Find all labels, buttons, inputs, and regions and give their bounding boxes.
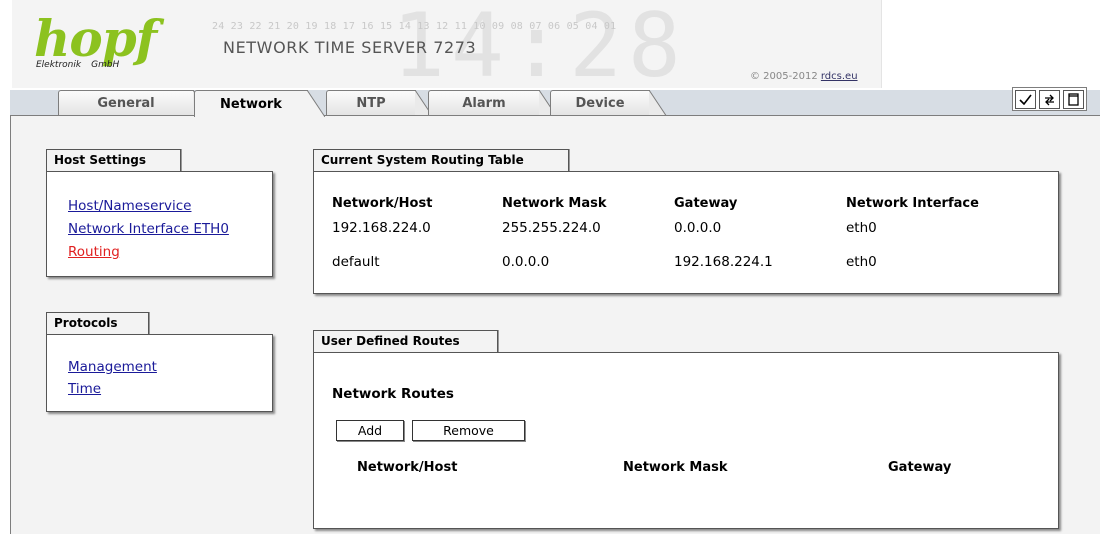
nav-link-management[interactable]: Management [68,359,157,375]
tab-ntp[interactable]: NTP [326,90,433,117]
routing-table-panel: Network/Host Network Mask Gateway Networ… [313,171,1059,294]
user-routes-panel: Network Routes Add Remove Network/Host N… [313,352,1059,529]
company-logo: hopf Elektronik GmbH [34,10,179,78]
route-cell-gateway: 0.0.0.0 [674,220,722,236]
nav-link-network-interface-eth0[interactable]: Network Interface ETH0 [68,221,229,237]
tab-general[interactable]: General [58,90,211,117]
route-cell-network-mask: 255.255.224.0 [502,220,601,236]
column-header-gateway: Gateway [674,196,738,211]
main-tab-bar: General Network NTP Alarm Device [10,90,1100,117]
host-settings-panel: Host/Nameservice Network Interface ETH0 … [46,171,273,277]
new-window-button[interactable] [1063,90,1084,109]
reload-icon [1045,94,1054,105]
tab-alarm-label: Alarm [462,96,506,111]
logo-sub-right: GmbH [91,60,120,70]
remove-route-button[interactable]: Remove [412,420,525,441]
protocols-header: Protocols [46,312,149,334]
network-routes-title: Network Routes [332,386,454,402]
route-cell-network-host: 192.168.224.0 [332,220,431,236]
action-toolbar [1012,87,1087,111]
protocols-panel: Management Time [46,334,273,412]
tab-device[interactable]: Device [550,90,667,117]
tab-general-label: General [97,96,155,111]
window-icon [1068,93,1079,106]
route-cell-network-mask: 0.0.0.0 [502,254,550,270]
column-header-network-interface: Network Interface [846,196,979,211]
nav-link-routing[interactable]: Routing [68,244,120,260]
user-routes-header: User Defined Routes [313,330,498,352]
user-column-header-network-host: Network/Host [357,460,458,475]
column-header-network-mask: Network Mask [502,196,607,211]
host-settings-title: Host Settings [54,153,146,167]
routing-table-title: Current System Routing Table [321,153,524,167]
user-routes-title: User Defined Routes [321,334,460,348]
reload-button[interactable] [1039,90,1060,109]
tab-network-label: Network [220,96,282,112]
protocols-title: Protocols [54,316,118,330]
copyright-notice: © 2005-2012 rdcs.eu [750,71,858,82]
route-cell-gateway: 192.168.224.1 [674,254,773,270]
route-cell-interface: eth0 [846,220,877,236]
tab-edge [649,90,667,117]
apply-button[interactable] [1015,90,1036,109]
host-settings-header: Host Settings [46,149,181,171]
header-banner: 14:28 hopf Elektronik GmbH 24 23 22 21 20… [12,0,882,88]
logo-subtitle: Elektronik GmbH [36,60,129,70]
check-icon [1019,94,1032,105]
add-route-button[interactable]: Add [336,420,404,441]
tab-ntp-label: NTP [356,96,386,111]
channel-numbers: 24 23 22 21 20 19 18 17 16 15 14 13 12 1… [212,21,617,32]
tab-device-label: Device [575,96,625,111]
routing-table-header: Current System Routing Table [313,149,569,171]
product-title: NETWORK TIME SERVER 7273 [223,38,477,57]
copyright-link[interactable]: rdcs.eu [821,71,858,82]
tab-edge [307,90,325,117]
user-column-header-network-mask: Network Mask [623,460,728,475]
user-column-header-gateway: Gateway [888,460,952,475]
copyright-text: © 2005-2012 [750,71,821,82]
nav-link-time[interactable]: Time [68,381,101,397]
route-cell-interface: eth0 [846,254,877,270]
nav-link-host-nameservice[interactable]: Host/Nameservice [68,198,191,214]
logo-sub-left: Elektronik [36,60,82,70]
content-area: Host Settings Host/Nameservice Network I… [10,116,1100,534]
route-cell-network-host: default [332,254,380,270]
tab-network[interactable]: Network [194,90,325,117]
column-header-network-host: Network/Host [332,196,433,211]
tab-alarm[interactable]: Alarm [428,90,557,117]
